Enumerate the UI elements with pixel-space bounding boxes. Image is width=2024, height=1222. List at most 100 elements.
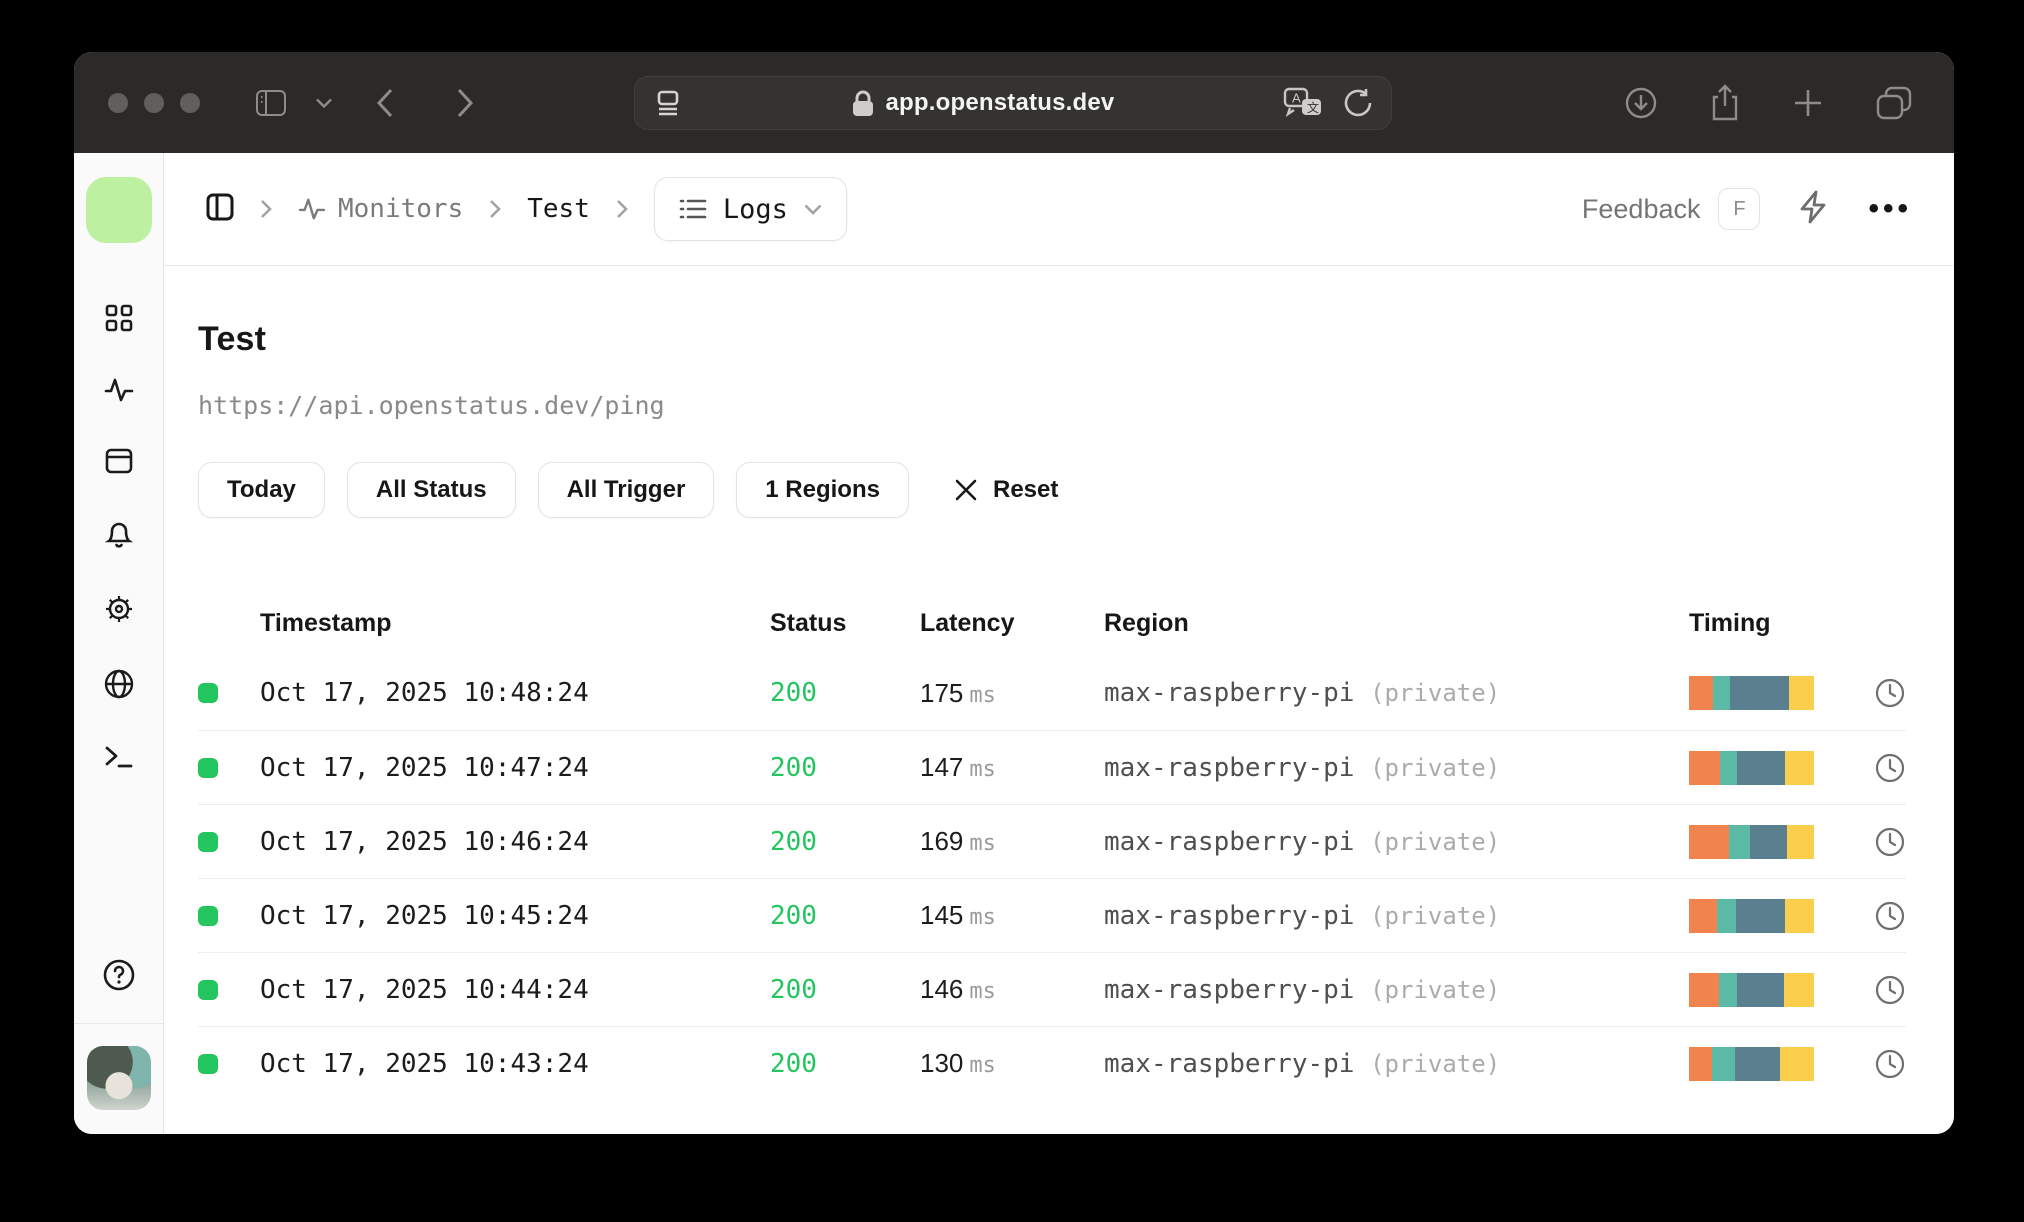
row-latency-value: 175 xyxy=(920,677,964,708)
breadcrumb-chevron-icon xyxy=(260,199,272,219)
lock-icon xyxy=(852,89,874,117)
workspace-logo[interactable] xyxy=(85,176,152,243)
status-dot xyxy=(198,757,218,778)
reset-filters-button[interactable]: Reset xyxy=(955,476,1058,504)
breadcrumb-test[interactable]: Test xyxy=(527,194,590,224)
timing-bar xyxy=(1689,750,1814,785)
breadcrumb-monitors[interactable]: Monitors xyxy=(298,194,463,224)
row-latency-value: 147 xyxy=(920,752,964,782)
forward-button[interactable] xyxy=(456,88,474,118)
more-options-icon[interactable]: ••• xyxy=(1868,192,1912,226)
row-region: max-raspberry-pi (private) xyxy=(1104,826,1501,857)
timing-bar xyxy=(1689,676,1814,710)
settings-gear-icon[interactable] xyxy=(104,594,134,629)
sidebar-divider xyxy=(74,1023,163,1024)
clock-icon[interactable] xyxy=(1874,1048,1906,1080)
back-button[interactable] xyxy=(376,88,394,118)
status-dot xyxy=(198,905,218,926)
notifications-bell-icon[interactable] xyxy=(104,519,133,554)
browser-toolbar: app.openstatus.dev A文 xyxy=(74,52,1954,153)
row-latency-unit: ms xyxy=(969,757,996,782)
filter-regions-button[interactable]: 1 Regions xyxy=(736,462,909,518)
breadcrumb-chevron-icon xyxy=(616,199,628,219)
user-avatar[interactable] xyxy=(86,1046,151,1110)
close-window-button[interactable] xyxy=(108,92,128,113)
browser-window: app.openstatus.dev A文 Monitors Test Logs… xyxy=(74,52,1954,1134)
dashboard-grid-icon[interactable] xyxy=(105,304,133,337)
row-timestamp: Oct 17, 2025 10:48:24 xyxy=(260,678,589,708)
share-icon[interactable] xyxy=(1710,83,1740,122)
activity-icon xyxy=(298,198,326,220)
traffic-lights[interactable] xyxy=(108,92,200,113)
globe-icon[interactable] xyxy=(104,669,134,704)
row-latency-value: 146 xyxy=(920,974,964,1004)
svg-text:文: 文 xyxy=(1307,100,1319,115)
row-region: max-raspberry-pi (private) xyxy=(1104,752,1501,783)
app-sidebar xyxy=(74,153,164,1134)
col-timing: Timing xyxy=(1689,608,1771,637)
feedback-button[interactable]: Feedback F xyxy=(1582,188,1761,230)
svg-text:A: A xyxy=(1292,91,1301,106)
sidebar-chevron-icon[interactable] xyxy=(316,98,332,108)
close-icon xyxy=(955,479,977,501)
status-page-icon[interactable] xyxy=(105,448,133,479)
row-latency-unit: ms xyxy=(969,1053,996,1078)
row-status-code: 200 xyxy=(770,974,817,1005)
table-row[interactable]: Oct 17, 2025 10:43:24 200 130 ms max-rasp… xyxy=(198,1026,1906,1100)
zap-icon[interactable] xyxy=(1798,190,1830,229)
tab-overview-icon[interactable] xyxy=(1876,86,1912,120)
table-row[interactable]: Oct 17, 2025 10:44:24 200 146 ms max-rasp… xyxy=(198,952,1906,1026)
clock-icon[interactable] xyxy=(1874,752,1906,784)
status-dot xyxy=(198,1053,218,1074)
new-tab-icon[interactable] xyxy=(1792,87,1824,119)
col-latency: Latency xyxy=(920,608,1015,637)
reload-icon[interactable] xyxy=(1343,87,1373,119)
clock-icon[interactable] xyxy=(1874,677,1906,709)
status-dot xyxy=(198,831,218,852)
page-settings-icon[interactable] xyxy=(653,88,683,118)
translate-icon[interactable]: A文 xyxy=(1283,87,1323,119)
minimize-window-button[interactable] xyxy=(144,92,164,113)
app-sidebar-toggle-icon[interactable] xyxy=(206,193,234,226)
col-region: Region xyxy=(1104,608,1189,637)
row-region: max-raspberry-pi (private) xyxy=(1104,974,1501,1005)
zoom-window-button[interactable] xyxy=(180,92,200,113)
endpoint-url: https://api.openstatus.dev/ping xyxy=(198,391,665,420)
breadcrumb-chevron-icon xyxy=(489,199,502,219)
filter-status-button[interactable]: All Status xyxy=(346,462,516,518)
help-icon[interactable] xyxy=(102,958,136,997)
terminal-icon[interactable] xyxy=(104,744,134,775)
filter-date-button[interactable]: Today xyxy=(198,462,325,518)
monitors-activity-icon[interactable] xyxy=(104,377,134,408)
address-bar[interactable]: app.openstatus.dev A文 xyxy=(634,76,1392,130)
row-latency-value: 145 xyxy=(920,900,964,930)
row-latency-unit: ms xyxy=(969,905,996,930)
table-row[interactable]: Oct 17, 2025 10:45:24 200 145 ms max-rasp… xyxy=(198,878,1906,952)
clock-icon[interactable] xyxy=(1874,826,1906,858)
logs-dropdown-button[interactable]: Logs xyxy=(653,177,847,241)
timing-bar xyxy=(1689,972,1814,1007)
main-panel: Test https://api.openstatus.dev/ping Tod… xyxy=(164,266,1954,1134)
table-row[interactable]: Oct 17, 2025 10:47:24 200 147 ms max-rasp… xyxy=(198,730,1906,804)
clock-icon[interactable] xyxy=(1874,900,1906,932)
row-timestamp: Oct 17, 2025 10:43:24 xyxy=(260,1048,589,1079)
row-status-code: 200 xyxy=(770,678,817,708)
downloads-icon[interactable] xyxy=(1624,86,1658,120)
sidebar-toggle-icon[interactable] xyxy=(256,89,286,116)
filter-trigger-button[interactable]: All Trigger xyxy=(537,462,715,518)
clock-icon[interactable] xyxy=(1874,974,1906,1006)
logs-table: Timestamp Status Latency Region Timing O… xyxy=(198,590,1906,1100)
table-header-row: Timestamp Status Latency Region Timing xyxy=(198,590,1906,656)
timing-bar xyxy=(1689,1046,1814,1081)
table-row[interactable]: Oct 17, 2025 10:48:24 200 175 ms max-rasp… xyxy=(198,656,1906,730)
row-timestamp: Oct 17, 2025 10:47:24 xyxy=(260,752,589,783)
address-url[interactable]: app.openstatus.dev xyxy=(886,89,1115,117)
col-status: Status xyxy=(770,608,847,637)
row-timestamp: Oct 17, 2025 10:45:24 xyxy=(260,900,589,931)
filter-bar: Today All Status All Trigger 1 Regions R… xyxy=(198,462,1906,518)
row-latency-value: 130 xyxy=(920,1048,964,1078)
row-region: max-raspberry-pi (private) xyxy=(1104,900,1501,931)
list-icon xyxy=(679,199,707,219)
row-region: max-raspberry-pi (private) xyxy=(1104,1048,1501,1079)
table-row[interactable]: Oct 17, 2025 10:46:24 200 169 ms max-rasp… xyxy=(198,804,1906,878)
